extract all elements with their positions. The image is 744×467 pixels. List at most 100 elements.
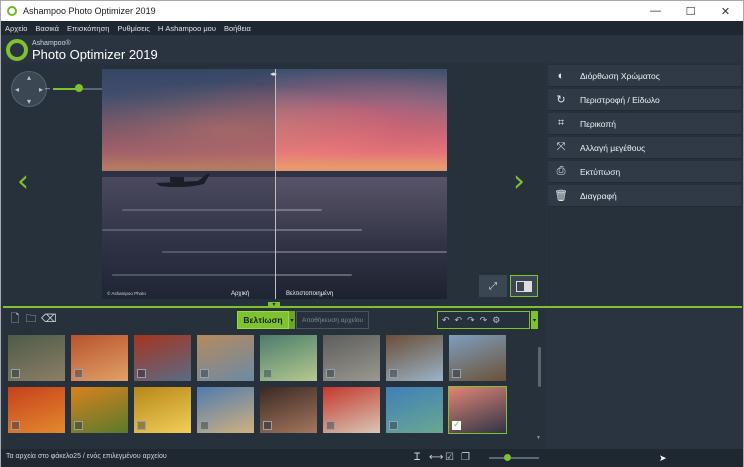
- redo-all-icon[interactable]: ↷: [480, 315, 488, 326]
- thumbnail-checkbox[interactable]: [389, 421, 398, 430]
- thumbnail-woman[interactable]: [260, 387, 317, 433]
- print-button[interactable]: ⎙ Εκτύπωση: [548, 161, 741, 183]
- thumbnail-sunset-boat[interactable]: [448, 386, 507, 434]
- thumbnail-checkbox[interactable]: [263, 421, 272, 430]
- menu-view[interactable]: Επισκόπηση: [67, 24, 109, 33]
- pan-navigator[interactable]: ▴ ▾ ◂ ▸: [11, 71, 47, 107]
- clear-list-icon[interactable]: ⌫: [41, 312, 57, 326]
- delete-button[interactable]: 🗑 Διαγραφή: [548, 185, 741, 207]
- enhance-button[interactable]: Βελτίωση: [237, 311, 289, 329]
- compare-view-button[interactable]: [510, 275, 538, 297]
- split-handle-icon[interactable]: ◂▸: [270, 70, 277, 78]
- thumbnail-red-leaves[interactable]: [134, 335, 191, 381]
- select-all-icon[interactable]: ☑: [445, 452, 454, 463]
- brand-logo-icon: [6, 39, 28, 61]
- thumbnail-scrollbar[interactable]: [538, 347, 541, 387]
- thumbnail-checkbox[interactable]: [326, 421, 335, 430]
- brand-text: Ashampoo® Photo Optimizer 2019: [32, 40, 158, 61]
- thumbnail-canyon[interactable]: [71, 335, 128, 381]
- resize-button[interactable]: ⤧ Αλλαγή μεγέθους: [548, 137, 741, 159]
- menu-file[interactable]: Αρχείο: [5, 24, 27, 33]
- action-label: Εκτύπωση: [580, 166, 621, 177]
- fit-height-icon[interactable]: Ꮖ: [414, 452, 421, 463]
- thumbnail-checkbox[interactable]: [74, 369, 83, 378]
- thumbnail-flowers[interactable]: [71, 387, 128, 433]
- enhance-options-button[interactable]: ▾: [289, 311, 295, 329]
- expand-icon: ⤢: [489, 280, 497, 292]
- thumbnail-checkbox[interactable]: [326, 369, 335, 378]
- minimize-button[interactable]: —: [638, 1, 673, 21]
- pan-up-icon[interactable]: ▴: [27, 73, 31, 82]
- pan-left-icon[interactable]: ◂: [15, 85, 19, 94]
- fullscreen-button[interactable]: ⤢: [479, 275, 507, 297]
- add-folder-icon[interactable]: 🗀: [25, 312, 37, 326]
- original-label: Αρχική: [231, 291, 250, 297]
- rotate-mirror-button[interactable]: ↻ Περιστροφή / Είδωλο: [548, 89, 741, 111]
- add-file-icon[interactable]: 🗋: [9, 312, 21, 326]
- thumbnail-beach[interactable]: [386, 387, 443, 433]
- collapse-viewer-button[interactable]: ▾: [268, 302, 280, 308]
- thumbnail-checkbox[interactable]: [11, 421, 20, 430]
- image-viewer: ▴ ▾ ◂ ▸ – + ‹ › ◂▸ © Ash: [3, 63, 546, 308]
- delete-icon: 🗑: [554, 190, 568, 202]
- thumbnail-tree[interactable]: [386, 335, 443, 381]
- window-title: Ashampoo Photo Optimizer 2019: [23, 6, 156, 16]
- history-controls: ↶ ↶ ↷ ↷ ⚙: [437, 311, 530, 329]
- menu-settings[interactable]: Ρυθμίσεις: [117, 24, 150, 33]
- thumbnail-checkbox[interactable]: [74, 421, 83, 430]
- redo-icon[interactable]: ↷: [467, 315, 475, 326]
- thumbnail-man-turban[interactable]: [323, 387, 380, 433]
- thumbnail-barn[interactable]: [449, 335, 506, 381]
- save-file-button[interactable]: Αποθήκευση αρχείου: [296, 311, 369, 329]
- color-correction-button[interactable]: ◐ Διόρθωση Χρώματος: [548, 65, 741, 87]
- action-label: Περιστροφή / Είδωλο: [580, 94, 660, 105]
- thumbnail-checkbox[interactable]: [452, 369, 461, 378]
- undo-all-icon[interactable]: ↶: [442, 315, 450, 326]
- scroll-down-icon[interactable]: ▼: [536, 435, 541, 441]
- thumbnail-checkbox[interactable]: [200, 421, 209, 430]
- compare-split-line[interactable]: [275, 69, 276, 299]
- crop-icon: ⌗: [557, 117, 565, 129]
- previous-image-button[interactable]: ‹: [17, 167, 29, 197]
- thumbnail-temple[interactable]: [197, 387, 254, 433]
- thumbnail-size-handle[interactable]: [503, 454, 511, 461]
- undo-icon[interactable]: ↶: [455, 315, 463, 326]
- optimized-label: Βελτιστοποιημένη: [286, 291, 334, 297]
- print-icon: ⎙: [556, 165, 566, 177]
- thumbnail-size-slider[interactable]: [489, 457, 539, 459]
- brand-product: Photo Optimizer 2019: [32, 46, 158, 62]
- brand-company: Ashampoo®: [32, 39, 71, 47]
- thumbnail-checkbox[interactable]: [137, 421, 146, 430]
- menu-help[interactable]: Βοήθεια: [224, 24, 251, 33]
- thumbnail-checkbox[interactable]: [452, 419, 461, 430]
- thumbnail-ruins[interactable]: [8, 335, 65, 381]
- maximize-button[interactable]: ☐: [673, 1, 708, 21]
- thumbnail-autumn-leaf[interactable]: [8, 387, 65, 433]
- menu-my-ashampoo[interactable]: Η Ashampoo μου: [158, 24, 216, 33]
- zoom-out-icon[interactable]: –: [45, 83, 50, 93]
- view-mode-icon[interactable]: ❐: [461, 452, 470, 463]
- close-button[interactable]: ✕: [708, 1, 743, 21]
- pan-right-icon[interactable]: ▸: [39, 85, 43, 94]
- thumbnail-checkbox[interactable]: [11, 369, 20, 378]
- status-bar: Τα αρχεία στο φάκελο25 / ενός επιλεγμένο…: [1, 449, 743, 467]
- thumbnail-stone-face[interactable]: [323, 335, 380, 381]
- thumbnail-checkbox[interactable]: [389, 369, 398, 378]
- fit-width-icon[interactable]: ⟷: [429, 452, 443, 463]
- next-image-button[interactable]: ›: [513, 167, 525, 197]
- thumbnail-checkbox[interactable]: [200, 369, 209, 378]
- settings-gear-icon[interactable]: ⚙: [492, 315, 500, 326]
- thumbnail-checkbox[interactable]: [263, 369, 272, 378]
- thumbnail-town[interactable]: [197, 335, 254, 381]
- history-options-button[interactable]: ▾: [531, 311, 538, 329]
- mouse-cursor-icon: ➤: [659, 453, 667, 463]
- thumbnail-peacock[interactable]: [260, 335, 317, 381]
- thumbnail-checkbox[interactable]: [137, 369, 146, 378]
- split-view-icon: [516, 280, 532, 292]
- menu-basics[interactable]: Βασικά: [35, 24, 59, 33]
- crop-button[interactable]: ⌗ Περικοπή: [548, 113, 741, 135]
- browser-toolbar: 🗋 🗀 ⌫ Βελτίωση ▾ Αποθήκευση αρχείου ↶ ↶ …: [3, 309, 546, 331]
- zoom-slider-handle[interactable]: [74, 84, 83, 92]
- pan-down-icon[interactable]: ▾: [27, 97, 31, 106]
- thumbnail-golden-statue[interactable]: [134, 387, 191, 433]
